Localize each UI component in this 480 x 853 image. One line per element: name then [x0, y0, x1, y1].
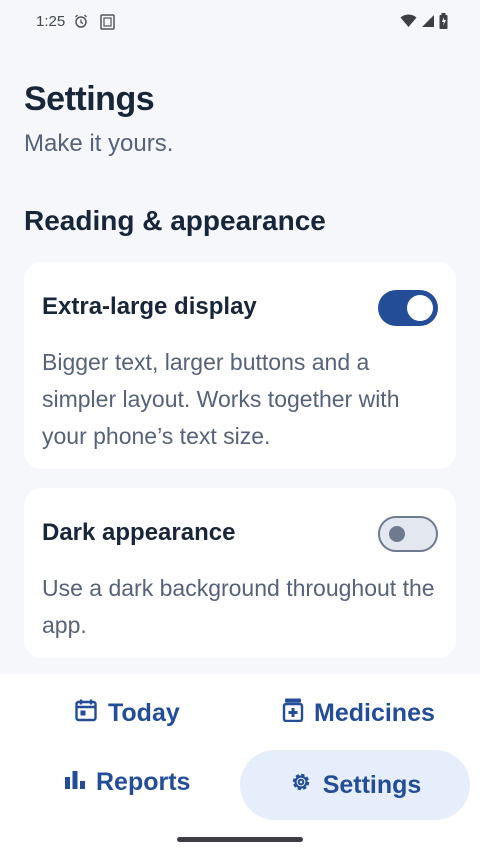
setting-title: Dark appearance — [42, 519, 236, 546]
home-indicator[interactable] — [177, 837, 303, 842]
section-title: Reading & appearance — [24, 205, 326, 236]
screen-icon — [100, 14, 115, 35]
setting-description: Use a dark background throughout the app… — [42, 575, 435, 638]
setting-title: Extra-large display — [42, 293, 257, 320]
nav-label: Reports — [96, 768, 191, 796]
setting-description: Bigger text, larger buttons and a simple… — [42, 349, 400, 449]
alarm-icon — [74, 14, 88, 33]
status-time: 1:25 — [36, 13, 66, 30]
status-icons — [400, 13, 448, 34]
status-bar: 1:25 — [0, 0, 480, 44]
calendar-icon — [74, 698, 98, 729]
nav-reports[interactable]: Reports — [64, 768, 190, 797]
nav-settings[interactable]: Settings — [240, 750, 470, 820]
page-title: Settings — [24, 80, 155, 118]
gear-icon — [289, 770, 313, 801]
nav-medicines[interactable]: Medicines — [282, 698, 435, 729]
bottom-nav: Today Medicines Reports Settings — [0, 674, 480, 853]
setting-card-extra-large-display: Extra-large display Bigger text, larger … — [24, 262, 456, 469]
battery-icon — [439, 13, 448, 34]
setting-card-dark-appearance: Dark appearance Use a dark background th… — [24, 488, 456, 658]
nav-label: Today — [108, 699, 180, 727]
toggle-knob — [389, 526, 405, 542]
nav-label: Medicines — [314, 699, 435, 727]
signal-icon — [421, 14, 435, 33]
extra-large-display-toggle[interactable] — [378, 290, 438, 326]
bar-chart-icon — [64, 768, 86, 797]
nav-today[interactable]: Today — [74, 698, 180, 729]
medicine-bottle-icon — [282, 698, 304, 729]
wifi-icon — [400, 14, 417, 33]
toggle-knob — [407, 295, 433, 321]
dark-appearance-toggle[interactable] — [378, 516, 438, 552]
nav-label: Settings — [322, 770, 422, 799]
page-subtitle: Make it yours. — [24, 130, 174, 157]
